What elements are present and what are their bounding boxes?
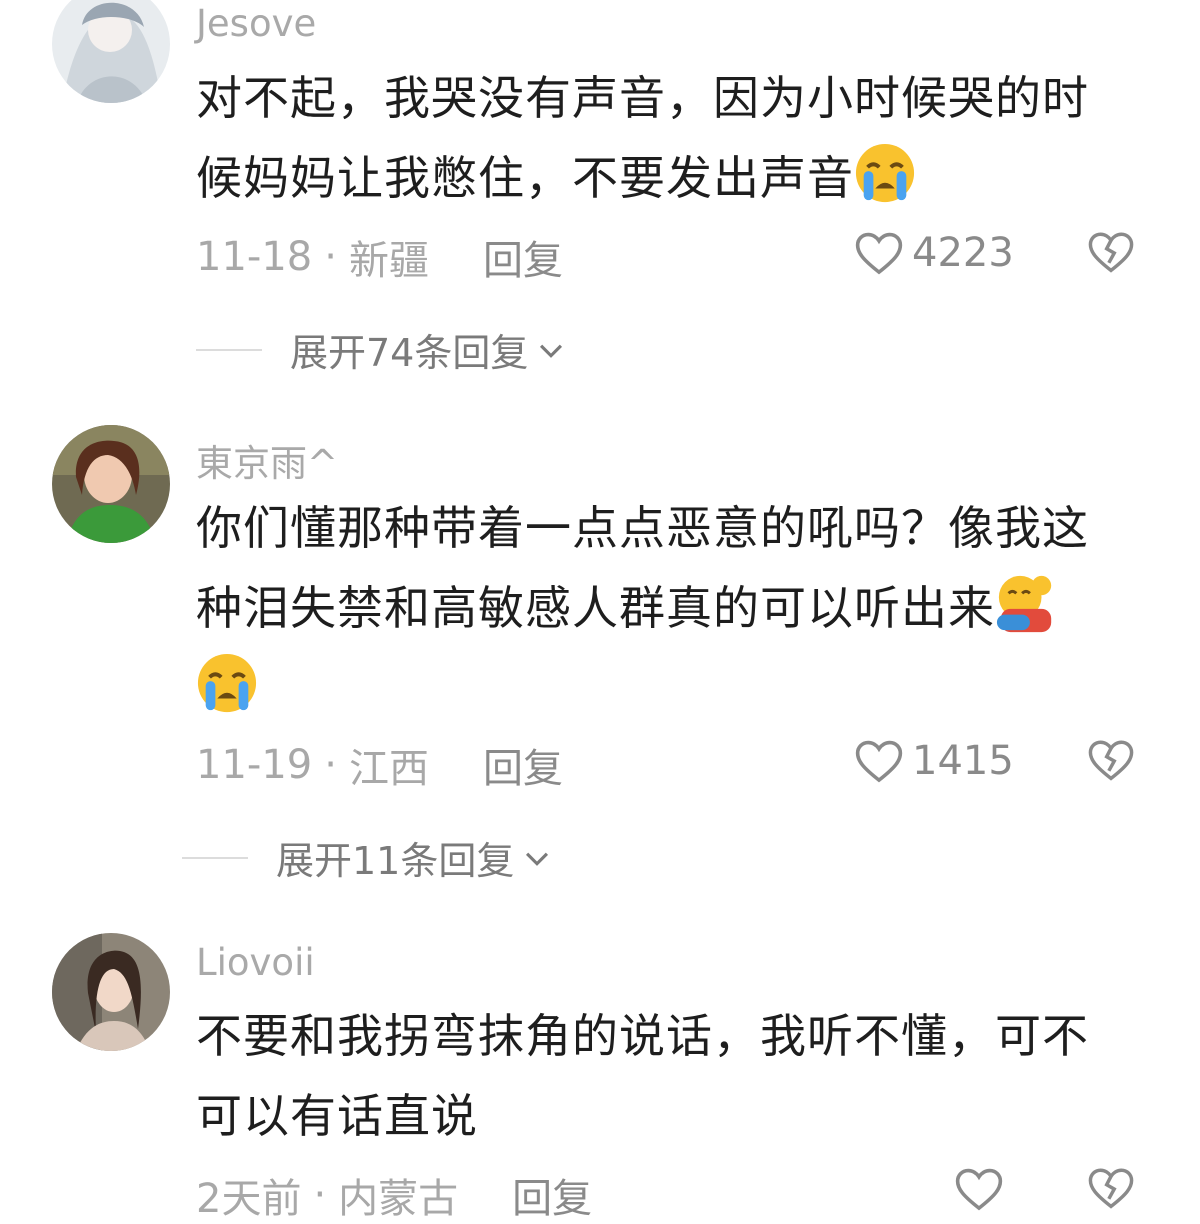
avatar[interactable] xyxy=(52,425,170,543)
reply-button[interactable]: 回复 xyxy=(483,736,563,794)
username[interactable]: Liovoii xyxy=(196,941,315,984)
comment-meta: 11-18 · 新疆 回复 xyxy=(196,228,563,286)
avatar[interactable] xyxy=(52,0,170,103)
hugging-face-emoji xyxy=(996,575,1052,633)
like-button[interactable]: 1415 xyxy=(852,734,1014,788)
like-button[interactable] xyxy=(952,1162,1006,1216)
comment-meta: 2天前 · 内蒙古 回复 xyxy=(196,1166,592,1224)
comment-text: 对不起，我哭没有声音，因为小时候哭的时 候妈妈让我憋住，不要发出声音 xyxy=(196,58,1146,218)
username[interactable]: Jesove xyxy=(196,2,316,45)
heart-icon xyxy=(955,1168,1003,1211)
comment-location: 新疆 xyxy=(348,238,429,284)
comment-meta: 11-19 · 江西 回复 xyxy=(196,736,563,794)
comment-text-line: 你们懂那种带着一点点恶意的吼吗？像我这 xyxy=(196,501,1089,555)
comment-text-line: 不要和我拐弯抹角的说话，我听不懂，可不 xyxy=(196,1009,1089,1063)
avatar[interactable] xyxy=(52,933,170,1051)
broken-heart-icon[interactable] xyxy=(1085,226,1137,278)
comment-date: 11-19 xyxy=(196,742,313,788)
expand-divider-line xyxy=(182,856,248,859)
chevron-down-icon xyxy=(540,344,563,358)
crying-face-emoji xyxy=(855,143,915,203)
expand-replies-label: 展开11条回复 xyxy=(276,839,515,883)
comment-date: 11-18 xyxy=(196,234,313,280)
reply-button[interactable]: 回复 xyxy=(483,228,563,286)
meta-separator: · xyxy=(324,742,337,788)
comment-text-line: 对不起，我哭没有声音，因为小时候哭的时 xyxy=(196,71,1089,125)
expand-replies-button[interactable]: 展开74条回复 xyxy=(196,322,568,377)
heart-icon xyxy=(855,740,903,783)
comment-text: 不要和我拐弯抹角的说话，我听不懂，可不 可以有话直说 xyxy=(196,996,1146,1156)
comment-location: 江西 xyxy=(348,746,429,792)
comment-text-line: 候妈妈让我憋住，不要发出声音 xyxy=(196,138,1146,218)
meta-separator: · xyxy=(324,234,337,280)
like-count: 1415 xyxy=(912,738,1014,784)
comment-text: 你们懂那种带着一点点恶意的吼吗？像我这 种泪失禁和高敏感人群真的可以听出来 xyxy=(196,488,1146,728)
comment-text-line xyxy=(196,648,1146,728)
comment-date: 2天前 xyxy=(196,1176,302,1222)
comment-text-span: 候妈妈让我憋住，不要发出声音 xyxy=(196,151,854,205)
comment-text-line: 种泪失禁和高敏感人群真的可以听出来 xyxy=(196,568,1146,648)
chevron-down-icon xyxy=(526,852,549,866)
meta-separator: · xyxy=(313,1172,327,1218)
reply-button[interactable]: 回复 xyxy=(512,1166,592,1224)
crying-face-emoji xyxy=(197,653,257,713)
comment-location: 内蒙古 xyxy=(338,1176,459,1222)
expand-replies-button[interactable]: 展开11条回复 xyxy=(182,830,554,885)
avatar-image xyxy=(52,0,170,103)
like-button[interactable]: 4223 xyxy=(852,226,1014,280)
broken-heart-icon[interactable] xyxy=(1085,734,1137,786)
avatar-image xyxy=(52,933,170,1051)
avatar-image xyxy=(52,425,170,543)
broken-heart-icon[interactable] xyxy=(1085,1162,1137,1214)
expand-replies-label: 展开74条回复 xyxy=(290,331,529,375)
comment-text-span: 种泪失禁和高敏感人群真的可以听出来 xyxy=(196,581,995,635)
like-count: 4223 xyxy=(912,230,1014,276)
username[interactable]: 東京雨^ xyxy=(196,433,338,487)
comment-text-line: 可以有话直说 xyxy=(196,1089,478,1143)
heart-icon xyxy=(855,232,903,275)
expand-divider-line xyxy=(196,348,262,351)
